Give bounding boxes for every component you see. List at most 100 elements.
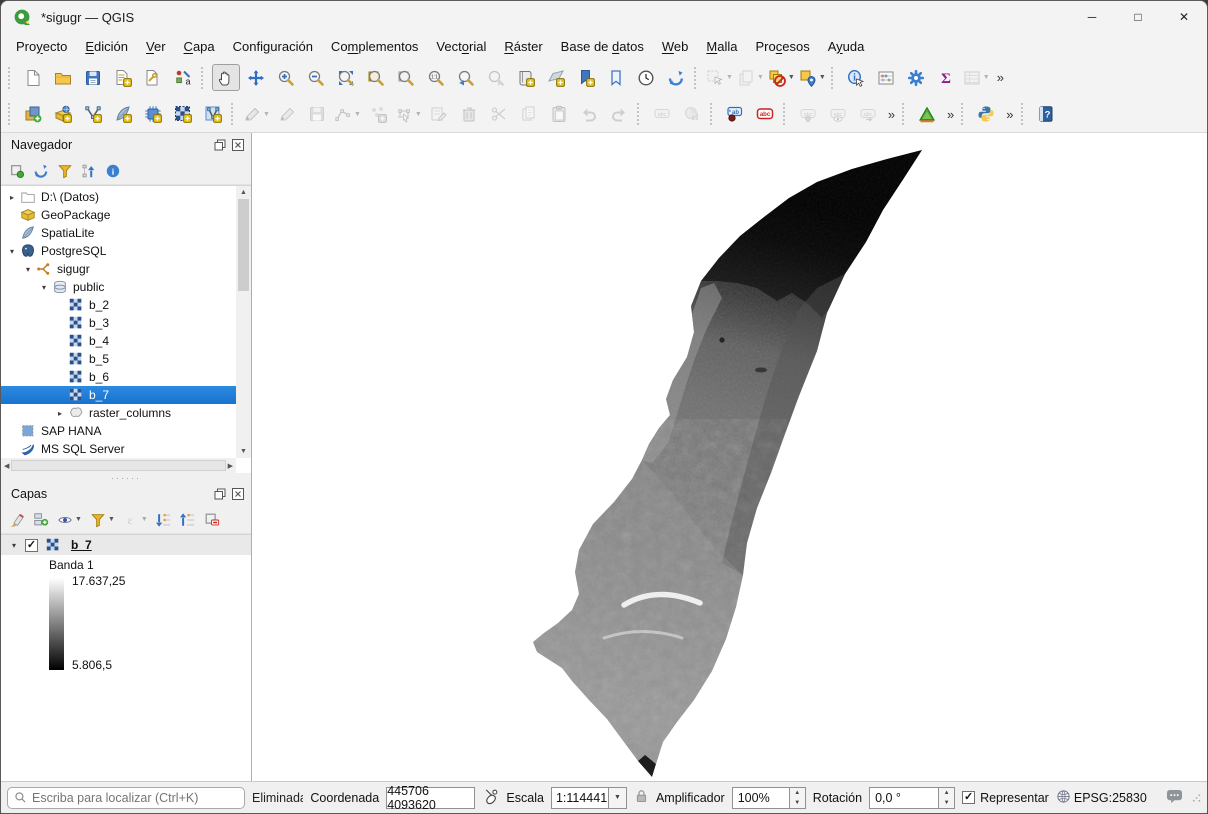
tree-item-postgresql[interactable]: ▾PostgreSQL xyxy=(1,242,236,260)
layer-labeling-options-button[interactable]: abc xyxy=(648,101,676,128)
digitize-with-segment-button[interactable]: ▼ xyxy=(333,101,362,128)
tree-item-ms-sql-server[interactable]: MS SQL Server xyxy=(1,440,236,458)
dropdown-arrow-icon[interactable]: ▼ xyxy=(354,111,361,118)
tree-item-raster-columns[interactable]: ▸raster_columns xyxy=(1,404,236,422)
select-by-location-button[interactable]: ▼ xyxy=(798,64,827,91)
menu-configuraci-n[interactable]: Configuración xyxy=(224,35,322,58)
manage-map-themes-button[interactable]: ▼ xyxy=(57,512,82,528)
expander-icon[interactable]: ▸ xyxy=(5,193,19,202)
expander-icon[interactable]: ▸ xyxy=(53,409,67,418)
expander-icon[interactable]: ▾ xyxy=(21,265,35,274)
copy-features-button[interactable] xyxy=(515,101,543,128)
zoom-native-resolution-button[interactable]: 1:1 xyxy=(422,64,450,91)
toolbar-overflow-icon[interactable]: » xyxy=(992,70,1008,85)
tree-item-b-7[interactable]: b_7 xyxy=(1,386,236,404)
expander-icon[interactable]: ▾ xyxy=(37,283,51,292)
tree-item-sigugr[interactable]: ▾sigugr xyxy=(1,260,236,278)
dropdown-arrow-icon[interactable]: ▼ xyxy=(757,74,764,81)
locator-search[interactable] xyxy=(7,787,245,809)
identify-features-button[interactable]: i xyxy=(842,64,870,91)
refresh-map-button[interactable] xyxy=(662,64,690,91)
dropdown-arrow-icon[interactable]: ▼ xyxy=(108,516,115,523)
collapse-all-button[interactable] xyxy=(180,512,196,528)
processing-toolbox-button[interactable] xyxy=(902,64,930,91)
menu-procesos[interactable]: Procesos xyxy=(746,35,818,58)
remove-layer-button[interactable] xyxy=(204,512,220,528)
dropdown-arrow-icon[interactable]: ▼ xyxy=(726,74,733,81)
cut-features-button[interactable] xyxy=(485,101,513,128)
new-bookmark-button[interactable] xyxy=(572,64,600,91)
paste-features-button[interactable] xyxy=(545,101,573,128)
expand-all-button[interactable] xyxy=(156,512,172,528)
dropdown-arrow-icon[interactable]: ▼ xyxy=(141,516,148,523)
maximize-button[interactable]: □ xyxy=(1115,1,1161,33)
tree-item-b-6[interactable]: b_6 xyxy=(1,368,236,386)
menu-capa[interactable]: Capa xyxy=(175,35,224,58)
scroll-up-icon[interactable]: ▲ xyxy=(236,186,251,199)
project-new-button[interactable] xyxy=(19,64,47,91)
menu-web[interactable]: Web xyxy=(653,35,698,58)
tree-item-b-4[interactable]: b_4 xyxy=(1,332,236,350)
layer-diagram-options-button[interactable] xyxy=(678,101,706,128)
layer-item-b7[interactable]: ▾ ✓ b_7 xyxy=(1,535,251,555)
labeling-button[interactable]: ab xyxy=(721,101,749,128)
label-options-button[interactable]: abc xyxy=(751,101,779,128)
menu-complementos[interactable]: Complementos xyxy=(322,35,428,58)
delete-selected-button[interactable] xyxy=(455,101,483,128)
browser-refresh-button[interactable] xyxy=(33,163,49,179)
browser-add-selected-layers-button[interactable] xyxy=(9,163,25,179)
dropdown-arrow-icon[interactable]: ▼ xyxy=(819,74,826,81)
data-source-manager-button[interactable] xyxy=(19,101,47,128)
plugins-overflow-icon[interactable]: » xyxy=(1001,107,1017,122)
browser-filter-button[interactable] xyxy=(57,163,73,179)
deselect-features-button[interactable]: ▼ xyxy=(767,64,796,91)
pin-unpin-labels-button[interactable]: abc xyxy=(794,101,822,128)
new-spatial-bookmark-button[interactable] xyxy=(512,64,540,91)
crs-globe-icon[interactable] xyxy=(1056,789,1071,807)
toolbar-handle[interactable] xyxy=(831,67,836,89)
spin-down-icon[interactable]: ▼ xyxy=(939,798,954,808)
new-map-view-button[interactable] xyxy=(542,64,570,91)
current-edits-button[interactable]: ▼ xyxy=(242,101,271,128)
browser-vertical-scrollbar[interactable]: ▲ ▼ xyxy=(236,186,251,458)
tree-item-spatialite[interactable]: SpatiaLite xyxy=(1,224,236,242)
extents-toggle-icon[interactable] xyxy=(482,788,499,808)
add-geopackage-layer-button[interactable] xyxy=(49,101,77,128)
browser-float-icon[interactable] xyxy=(213,138,227,152)
toolbar-handle[interactable] xyxy=(1021,103,1026,125)
scroll-thumb-horizontal[interactable] xyxy=(11,460,225,471)
vertex-tool-button[interactable]: ▼ xyxy=(394,101,423,128)
dropdown-arrow-icon[interactable]: ▼ xyxy=(263,111,270,118)
help-contents-button[interactable]: ? xyxy=(1032,101,1060,128)
toolbar-handle[interactable] xyxy=(902,103,907,125)
select-features-button[interactable]: ▼ xyxy=(705,64,734,91)
expander-icon[interactable]: ▾ xyxy=(5,247,19,256)
add-spatialite-layer-button[interactable] xyxy=(109,101,137,128)
search-input[interactable] xyxy=(32,791,238,805)
menu-malla[interactable]: Malla xyxy=(697,35,746,58)
toolbar-handle[interactable] xyxy=(637,103,642,125)
toolbar-handle[interactable] xyxy=(231,103,236,125)
open-layer-styling-button[interactable] xyxy=(9,512,25,528)
tree-item-b-3[interactable]: b_3 xyxy=(1,314,236,332)
menu-r-ster[interactable]: Ráster xyxy=(495,35,551,58)
layers-close-icon[interactable] xyxy=(231,487,245,501)
toolbar-handle[interactable] xyxy=(783,103,788,125)
tree-item-d-datos-[interactable]: ▸D:\ (Datos) xyxy=(1,188,236,206)
zoom-out-button[interactable] xyxy=(302,64,330,91)
menu-base-de-datos[interactable]: Base de datos xyxy=(552,35,653,58)
toolbar-handle[interactable] xyxy=(694,67,699,89)
coordinate-field[interactable]: 445706 4093620 xyxy=(386,787,475,809)
minimize-button[interactable]: ─ xyxy=(1069,1,1115,33)
select-features-by-value-button[interactable]: ▼ xyxy=(736,64,765,91)
add-raster-layer-button[interactable] xyxy=(169,101,197,128)
scale-field[interactable]: 1:114441 xyxy=(551,787,608,809)
spin-up-icon[interactable]: ▲ xyxy=(790,788,805,798)
add-postgis-layer-button[interactable] xyxy=(139,101,167,128)
redo-button[interactable] xyxy=(605,101,633,128)
expander-icon[interactable]: ▾ xyxy=(7,541,21,550)
panel-splitter[interactable]: ······ xyxy=(1,473,251,482)
messages-icon[interactable] xyxy=(1166,789,1183,807)
tree-item-b-2[interactable]: b_2 xyxy=(1,296,236,314)
modify-attributes-button[interactable] xyxy=(425,101,453,128)
